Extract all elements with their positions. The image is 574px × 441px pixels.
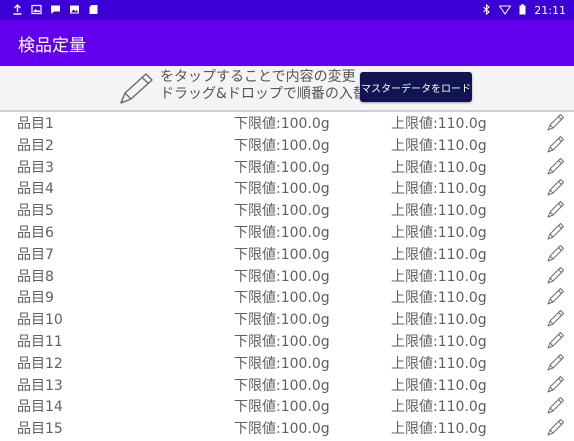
edit-pencil-icon[interactable] [546,177,566,197]
edit-pencil-icon[interactable] [546,199,566,219]
item-upper-limit: 上限値:110.0g [391,246,487,263]
item-name: 品目8 [17,268,54,285]
item-lower-limit: 下限値:100.0g [234,116,330,132]
item-upper-limit: 上限値:110.0g [391,224,487,241]
page-title: 検品定量 [18,35,86,56]
item-lower-limit: 下限値:100.0g [234,246,330,263]
status-left-icons [12,3,99,17]
item-lower-limit: 下限値:100.0g [234,203,330,220]
item-upper-limit: 上限値:110.0g [391,290,487,307]
item-lower-limit: 下限値:100.0g [234,224,330,241]
edit-pencil-icon[interactable] [546,112,566,132]
item-lower-limit: 下限値:100.0g [234,290,330,307]
list-item[interactable]: 品目7 下限値:100.0g 上限値:110.0g [0,242,574,264]
list-item[interactable]: 品目10 下限値:100.0g 上限値:110.0g [0,307,574,329]
item-lower-limit: 下限値:100.0g [234,159,330,176]
pencil-icon [117,70,157,106]
item-lower-limit: 下限値:100.0g [234,421,330,438]
item-upper-limit: 上限値:110.0g [391,137,487,154]
sd-card-icon [88,4,99,17]
status-bar: 21:11 [0,0,574,20]
edit-pencil-icon[interactable] [546,221,566,241]
list-item[interactable]: 品目12 下限値:100.0g 上限値:110.0g [0,351,574,373]
edit-pencil-icon[interactable] [546,395,566,415]
item-name: 品目15 [17,421,63,438]
item-lower-limit: 下限値:100.0g [234,137,330,154]
edit-pencil-icon[interactable] [546,265,566,285]
hint-text: をタップすることで内容の変更 ドラッグ&ドロップで順番の入替 [160,69,367,103]
item-name: 品目6 [17,224,54,241]
item-upper-limit: 上限値:110.0g [391,333,487,350]
list-item[interactable]: 品目4 下限値:100.0g 上限値:110.0g [0,176,574,198]
edit-pencil-icon[interactable] [546,330,566,350]
item-lower-limit: 下限値:100.0g [234,312,330,329]
item-name: 品目7 [17,246,54,263]
edit-pencil-icon[interactable] [546,156,566,176]
status-right-icons: 21:11 [482,3,566,17]
item-upper-limit: 上限値:110.0g [391,377,487,394]
edit-pencil-icon[interactable] [546,417,566,437]
item-upper-limit: 上限値:110.0g [391,181,487,198]
edit-pencil-icon[interactable] [546,352,566,372]
item-name: 品目13 [17,377,63,394]
item-name: 品目14 [17,399,63,416]
message-icon [50,4,61,17]
item-upper-limit: 上限値:110.0g [391,116,487,132]
status-time: 21:11 [534,3,566,17]
item-name: 品目1 [17,116,54,132]
edit-pencil-icon[interactable] [546,374,566,394]
list-item[interactable]: 品目3 下限値:100.0g 上限値:110.0g [0,155,574,177]
item-lower-limit: 下限値:100.0g [234,377,330,394]
list-item[interactable]: 品目1 下限値:100.0g 上限値:110.0g [0,111,574,133]
edit-pencil-icon[interactable] [546,134,566,154]
item-upper-limit: 上限値:110.0g [391,421,487,438]
edit-pencil-icon[interactable] [546,286,566,306]
item-list: 品目1 下限値:100.0g 上限値:110.0g 品目2 下限値:100.0g… [0,111,574,438]
list-item[interactable]: 品目5 下限値:100.0g 上限値:110.0g [0,198,574,220]
list-item[interactable]: 品目11 下限値:100.0g 上限値:110.0g [0,329,574,351]
item-upper-limit: 上限値:110.0g [391,159,487,176]
hint-line-2: ドラッグ&ドロップで順番の入替 [160,86,367,102]
item-lower-limit: 下限値:100.0g [234,268,330,285]
item-upper-limit: 上限値:110.0g [391,312,487,329]
photo-icon [69,4,80,17]
edit-pencil-icon[interactable] [546,243,566,263]
item-name: 品目9 [17,290,54,307]
item-lower-limit: 下限値:100.0g [234,355,330,372]
list-item[interactable]: 品目15 下限値:100.0g 上限値:110.0g [0,416,574,438]
wifi-icon [498,4,512,17]
item-upper-limit: 上限値:110.0g [391,355,487,372]
list-item[interactable]: 品目13 下限値:100.0g 上限値:110.0g [0,373,574,395]
item-upper-limit: 上限値:110.0g [391,399,487,416]
item-name: 品目3 [17,159,54,176]
list-item[interactable]: 品目9 下限値:100.0g 上限値:110.0g [0,285,574,307]
edit-pencil-icon[interactable] [546,308,566,328]
bluetooth-icon [482,3,491,17]
load-master-data-button[interactable]: マスターデータをロード [360,72,472,102]
hint-line-1: をタップすることで内容の変更 [160,69,356,85]
item-name: 品目5 [17,203,54,220]
list-item[interactable]: 品目14 下限値:100.0g 上限値:110.0g [0,394,574,416]
item-name: 品目12 [17,355,63,372]
item-lower-limit: 下限値:100.0g [234,399,330,416]
item-lower-limit: 下限値:100.0g [234,181,330,198]
item-name: 品目4 [17,181,54,198]
upload-icon [12,3,23,17]
item-upper-limit: 上限値:110.0g [391,203,487,220]
item-lower-limit: 下限値:100.0g [234,333,330,350]
app-bar: 検品定量 [0,20,574,66]
list-item[interactable]: 品目6 下限値:100.0g 上限値:110.0g [0,220,574,242]
image-icon [31,4,42,17]
item-name: 品目10 [17,312,63,329]
hint-area: をタップすることで内容の変更 ドラッグ&ドロップで順番の入替 [0,66,574,110]
battery-icon [519,3,526,17]
list-item[interactable]: 品目8 下限値:100.0g 上限値:110.0g [0,264,574,286]
item-name: 品目11 [17,333,63,350]
item-upper-limit: 上限値:110.0g [391,268,487,285]
item-name: 品目2 [17,137,54,154]
list-item[interactable]: 品目2 下限値:100.0g 上限値:110.0g [0,133,574,155]
